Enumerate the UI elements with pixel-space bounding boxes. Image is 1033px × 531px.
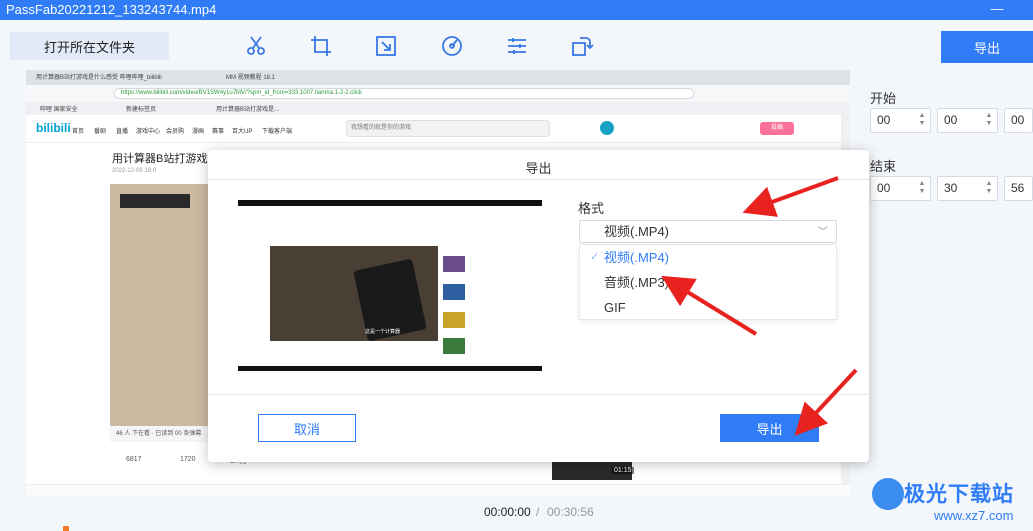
resize-icon[interactable] (374, 34, 398, 58)
start-second-value: 00 (1011, 113, 1025, 127)
nav-item: 直播 (116, 129, 129, 135)
end-hour-value: 00 (877, 181, 891, 195)
total-time: 00:30:56 (547, 505, 594, 519)
thumb-side-item (443, 338, 465, 354)
start-minute-field[interactable]: 00 ▲ ▼ (937, 108, 998, 133)
bilibili-search: 我想看的就是你的游戏 (346, 120, 550, 137)
format-select[interactable]: 视频(.MP4) ﹀ (579, 220, 837, 243)
watermark-logo-icon (872, 478, 904, 510)
dialog-header: 导出 (208, 150, 869, 180)
open-folder-button[interactable]: 打开所在文件夹 (10, 32, 169, 60)
nav-item: 会员购 (166, 129, 185, 135)
watermark: 极光下载站 www.xz7.com (868, 476, 1033, 531)
stepper-icon[interactable]: ▲ ▼ (985, 180, 993, 197)
start-label: 开始 (870, 91, 897, 106)
time-separator: / (536, 505, 540, 519)
adjust-icon[interactable] (505, 34, 529, 58)
format-option-gif[interactable]: GIF (580, 295, 836, 320)
browser-tab: 新建标签页 (126, 107, 157, 113)
watermark-text: 极光下载站 (904, 483, 1014, 506)
browser-status-bar (26, 484, 850, 496)
coin-count: 1720 (180, 456, 196, 463)
export-confirm-button[interactable]: 导出 (720, 414, 819, 442)
nav-item: 赛事 (212, 129, 225, 135)
side-video-duration: 01:15 (612, 467, 634, 474)
end-second-field[interactable]: 56 (1004, 176, 1033, 201)
browser-tab: 用计算器B站打游戏是... (216, 107, 280, 113)
bilibili-nav: bilibili 首页 番剧 直播 游戏中心 会员购 漫画 赛事 百大UP 下载… (26, 115, 850, 143)
check-icon: ✓ (590, 251, 600, 263)
chevron-down-icon: ﹀ (818, 227, 828, 238)
nav-item: 首页 (72, 129, 85, 135)
start-hour-field[interactable]: 00 ▲ ▼ (870, 108, 931, 133)
export-preview-thumbnail: 这是一个计算器 (238, 200, 542, 371)
export-button-top[interactable]: 导出 (941, 31, 1033, 63)
browser-tab-bar: 用计算器B站打游戏是什么感受 哔哩哔哩_bilibili MM 视频教程 18.… (26, 70, 850, 85)
trim-panel: 开始 00 ▲ ▼ 00 ▲ ▼ 00 结束 00 ▲ ▼ 30 ▲ ▼ 56 (850, 70, 1033, 496)
format-dropdown: ✓ 视频(.MP4) 音频(.MP3) GIF (579, 244, 837, 320)
upload-button: 投稿 (760, 122, 794, 135)
nav-item: 漫画 (192, 129, 205, 135)
end-minute-value: 30 (944, 181, 958, 195)
browser-tab: 哔哩 国家安全 (40, 107, 78, 113)
speed-icon[interactable] (440, 34, 464, 58)
dialog-divider (208, 394, 869, 395)
nav-item: 番剧 (94, 129, 107, 135)
like-count: 6817 (126, 456, 142, 463)
crop-icon[interactable] (309, 34, 333, 58)
thumbnail-caption: 这是一个计算器 (365, 329, 401, 335)
nav-item: 游戏中心 (136, 129, 161, 135)
dialog-title: 导出 (525, 161, 552, 176)
cancel-button[interactable]: 取消 (258, 414, 356, 442)
browser-tab: 用计算器B站打游戏是什么感受 哔哩哔哩_bilibili (36, 75, 162, 81)
option-label: 音频(.MP3) (604, 275, 670, 290)
bilibili-logo: bilibili (36, 121, 71, 135)
format-selected-value: 视频(.MP4) (604, 224, 670, 239)
thumb-side-item (443, 312, 465, 328)
rotate-icon[interactable] (570, 34, 594, 58)
nav-item: 百大UP (232, 129, 253, 135)
start-minute-value: 00 (944, 113, 958, 127)
browser-address-bar: https://www.bilibili.com/video/BV1SW4y1u… (26, 85, 850, 102)
end-second-value: 56 (1011, 181, 1025, 195)
title-bar: PassFab20221212_133243744.mp4 — (0, 0, 1033, 20)
format-option-mp4[interactable]: ✓ 视频(.MP4) (580, 245, 836, 270)
start-hour-value: 00 (877, 113, 891, 127)
minimize-icon[interactable]: — (989, 1, 1005, 17)
scissors-icon[interactable] (244, 34, 268, 58)
thumb-side-item (443, 256, 465, 272)
end-label: 结束 (870, 159, 897, 174)
thumbnail-video: 这是一个计算器 (270, 246, 438, 342)
window-title: PassFab20221212_133243744.mp4 (6, 2, 217, 17)
end-minute-field[interactable]: 30 ▲ ▼ (937, 176, 998, 201)
option-label: 视频(.MP4) (604, 250, 670, 265)
format-label: 格式 (578, 201, 605, 216)
stepper-icon[interactable]: ▲ ▼ (918, 180, 926, 197)
option-label: GIF (604, 300, 626, 315)
watermark-url: www.xz7.com (934, 508, 1014, 523)
stepper-icon[interactable]: ▲ ▼ (918, 112, 926, 129)
browser-url: https://www.bilibili.com/video/BV1SW4y1u… (114, 88, 694, 99)
playhead-handle[interactable] (63, 526, 69, 531)
format-option-mp3[interactable]: 音频(.MP3) (580, 270, 836, 295)
browser-tabs-second: 哔哩 国家安全 新建标签页 用计算器B站打游戏是... (26, 102, 850, 115)
start-second-field[interactable]: 00 (1004, 108, 1033, 133)
export-dialog: 导出 这是一个计算器 格式 视频(.MP4) ﹀ ✓ 视频(.MP4) 音频(.… (208, 150, 869, 462)
thumbnail-page: 这是一个计算器 (238, 206, 542, 366)
avatar (600, 121, 614, 135)
nav-item: 下载客户端 (262, 129, 293, 135)
browser-tab: MM 视频教程 18.1 (226, 75, 276, 81)
stepper-icon[interactable]: ▲ ▼ (985, 112, 993, 129)
thumb-side-item (443, 284, 465, 300)
thumbnail-side-list (443, 226, 533, 356)
current-time: 00:00:00 (484, 505, 531, 519)
toolbar: 打开所在文件夹 导出 (0, 20, 1033, 70)
video-meta: 2022-12-08 16:0 (112, 168, 157, 174)
end-hour-field[interactable]: 00 ▲ ▼ (870, 176, 931, 201)
